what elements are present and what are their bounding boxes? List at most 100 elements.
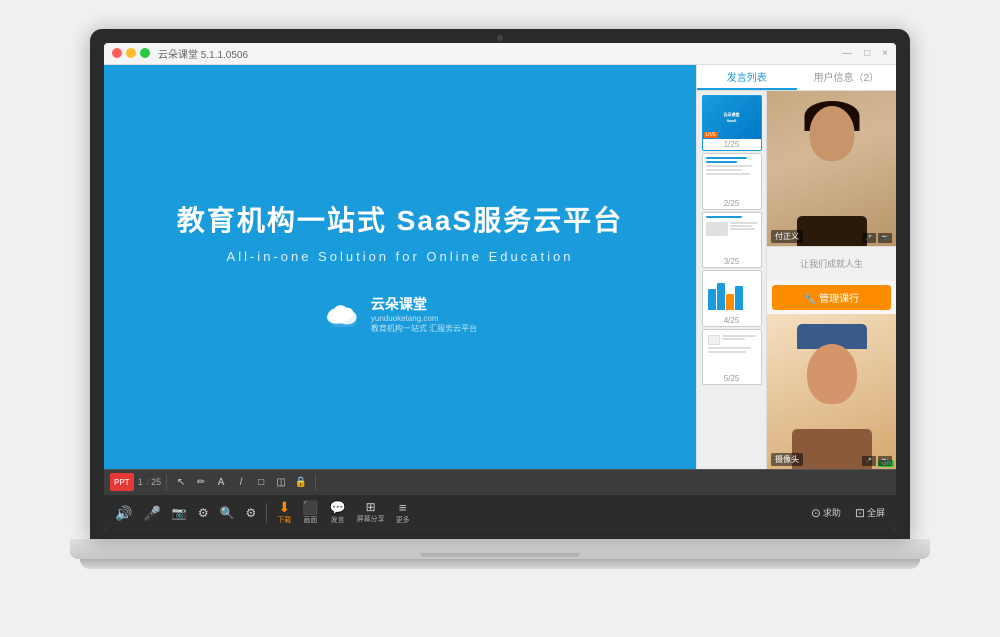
download-btn[interactable]: ⬇ 下载	[272, 498, 296, 527]
video-feed-bottom: 摄像头 On 🎤 📷	[767, 314, 896, 469]
camera-btn[interactable]: 📷	[167, 505, 192, 521]
trackpad-indent	[420, 553, 580, 557]
laptop-base	[70, 539, 930, 559]
slide-subtitle: All-in-one Solution for Online Education	[227, 249, 574, 264]
settings2-btn[interactable]: ⚙	[241, 505, 262, 521]
live-badge: LIVE	[704, 132, 719, 138]
logo-icon	[323, 298, 363, 330]
screen-bezel: 云朵课堂 5.1.1.0506 — □ × 教育机构一站式 SaaS服务云平台 …	[90, 29, 910, 539]
chat-message-text: 让我们成就人生	[800, 257, 863, 270]
tab-users[interactable]: 用户信息（2）	[797, 65, 897, 90]
person-top-display	[767, 91, 896, 246]
dot-green[interactable]	[140, 48, 150, 58]
help-label: 求助	[823, 506, 841, 519]
right-panel: 发言列表 用户信息（2） 云	[696, 65, 896, 469]
toolbar-right-btns: ⊙ 求助 ⊡ 全屏	[806, 504, 890, 522]
person-bottom-display	[767, 314, 896, 469]
slide-number-3: 3/25	[703, 256, 761, 267]
slide-thumb-2[interactable]: 2/25	[702, 153, 762, 210]
brand-logo-area: 云朵课堂 yunduoketang.com 教育机构一站式 汇服务云平台	[323, 294, 477, 334]
title-bar: 云朵课堂 5.1.1.0506 — □ ×	[104, 43, 896, 65]
minimize-btn[interactable]: —	[842, 48, 852, 59]
help-btn[interactable]: ⊙ 求助	[806, 504, 846, 522]
mic-ctrl-btn[interactable]: 🎤	[862, 233, 876, 243]
zoom-btn[interactable]: 🔍	[215, 505, 240, 521]
more-icon: ≡	[399, 501, 407, 514]
bottom-toolbar: 🔊 🎤 📷 ⚙ 🔍 ⚙	[104, 495, 896, 531]
chat-btn[interactable]: 💬 发言	[325, 499, 351, 527]
slide-number-1: 1/25	[703, 139, 761, 150]
cam-ctrl-btn[interactable]: 📷	[878, 233, 892, 243]
window-dots	[112, 48, 150, 58]
video-label-bottom: 摄像头	[771, 453, 803, 466]
ppt-label-btn[interactable]: PPT	[110, 473, 134, 491]
fullscreen-label: 全屏	[867, 506, 885, 519]
speaker-btn[interactable]: 🔊	[110, 504, 137, 522]
screen-btn[interactable]: ⬛ 画面	[297, 499, 323, 527]
shape-tool-btn[interactable]: □	[252, 473, 270, 491]
draw-toolbar-row: PPT 1 / 25 ↖ ✏ A / □ ◫ 🔒	[104, 469, 896, 495]
tab-slides[interactable]: 发言列表	[697, 65, 797, 90]
webcam	[497, 35, 503, 41]
pen-tool-btn[interactable]: ✏	[192, 473, 210, 491]
mic-ctrl-btn-bottom[interactable]: 🎤	[862, 456, 876, 466]
dot-yellow[interactable]	[126, 48, 136, 58]
slide-thumb-1[interactable]: 云朵课堂SaaS LIVE 1/25	[702, 95, 762, 152]
app-window: 云朵课堂 5.1.1.0506 — □ × 教育机构一站式 SaaS服务云平台 …	[104, 43, 896, 531]
laptop-container: 云朵课堂 5.1.1.0506 — □ × 教育机构一站式 SaaS服务云平台 …	[70, 29, 930, 609]
share-btn[interactable]: ⊞ 屏幕分享	[352, 499, 390, 526]
fullscreen-icon: ⊡	[855, 506, 865, 520]
slide-number-2: 2/25	[703, 198, 761, 209]
chat-message-area: 让我们成就人生	[767, 246, 896, 281]
audio-controls: 🔊 🎤 📷 ⚙ 🔍 ⚙	[110, 504, 261, 522]
maximize-btn[interactable]: □	[864, 48, 870, 59]
video-label-top: 付正义	[771, 230, 803, 243]
text-tool-btn[interactable]: A	[212, 473, 230, 491]
right-tabs: 发言列表 用户信息（2）	[697, 65, 896, 91]
title-bar-right-controls: — □ ×	[842, 48, 888, 59]
right-inner: 云朵课堂SaaS LIVE 1/25	[697, 91, 896, 469]
video-controls-bottom: 🎤 📷	[862, 456, 892, 466]
slides-column: 云朵课堂SaaS LIVE 1/25	[697, 91, 767, 469]
fullscreen-btn[interactable]: ⊡ 全屏	[850, 504, 890, 522]
main-content: 教育机构一站式 SaaS服务云平台 All-in-one Solution fo…	[104, 65, 896, 469]
mic-btn[interactable]: 🎤	[138, 504, 165, 522]
face-icon-bottom	[807, 344, 857, 404]
logo-slogan: 教育机构一站式 汇服务云平台	[371, 323, 477, 334]
presentation-area: 教育机构一站式 SaaS服务云平台 All-in-one Solution fo…	[104, 65, 696, 469]
slide-number-4: 4/25	[703, 315, 761, 326]
slide-thumb-3[interactable]: 3/25	[702, 212, 762, 269]
app-title: 云朵课堂 5.1.1.0506	[158, 46, 248, 61]
more-btn[interactable]: ≡ 更多	[391, 499, 415, 527]
download-icon: ⬇	[278, 500, 290, 514]
settings-btn[interactable]: ⚙	[193, 505, 214, 521]
page-num: 1	[136, 477, 145, 487]
body-icon-top	[797, 216, 867, 246]
logo-name: 云朵课堂	[371, 294, 477, 314]
page-sep: /	[147, 477, 150, 487]
logo-url: yunduoketang.com	[371, 314, 477, 323]
dot-red[interactable]	[112, 48, 122, 58]
manage-class-button[interactable]: 🔧 管理课行	[772, 285, 891, 310]
help-icon: ⊙	[811, 506, 821, 520]
page-total: 25	[151, 477, 161, 487]
lock-tool-btn[interactable]: 🔒	[292, 473, 310, 491]
slide-thumb-5[interactable]: 5/25	[702, 329, 762, 386]
face-icon-top	[809, 106, 854, 161]
line-tool-btn[interactable]: /	[232, 473, 250, 491]
laptop-bottom-shadow	[80, 559, 920, 569]
slide-thumb-4[interactable]: 4/25	[702, 270, 762, 327]
action-btns: ⬇ 下载 ⬛ 画面 💬 发言 ⊞ 屏幕分享	[272, 498, 414, 527]
slide-number-5: 5/25	[703, 373, 761, 384]
participants-column: 付正义 🎤 📷 让我们成就人生 🔧 管理	[767, 91, 896, 469]
cursor-tool-btn[interactable]: ↖	[172, 473, 190, 491]
eraser-tool-btn[interactable]: ◫	[272, 473, 290, 491]
share-icon: ⊞	[366, 501, 376, 513]
cam-ctrl-btn-bottom[interactable]: 📷	[878, 456, 892, 466]
screen-icon: ⬛	[302, 501, 318, 514]
close-btn[interactable]: ×	[882, 48, 888, 59]
video-feed-top: 付正义 🎤 📷	[767, 91, 896, 246]
body-icon-bottom	[792, 429, 872, 469]
logo-text-wrapper: 云朵课堂 yunduoketang.com 教育机构一站式 汇服务云平台	[371, 294, 477, 334]
chat-icon: 💬	[330, 501, 346, 514]
